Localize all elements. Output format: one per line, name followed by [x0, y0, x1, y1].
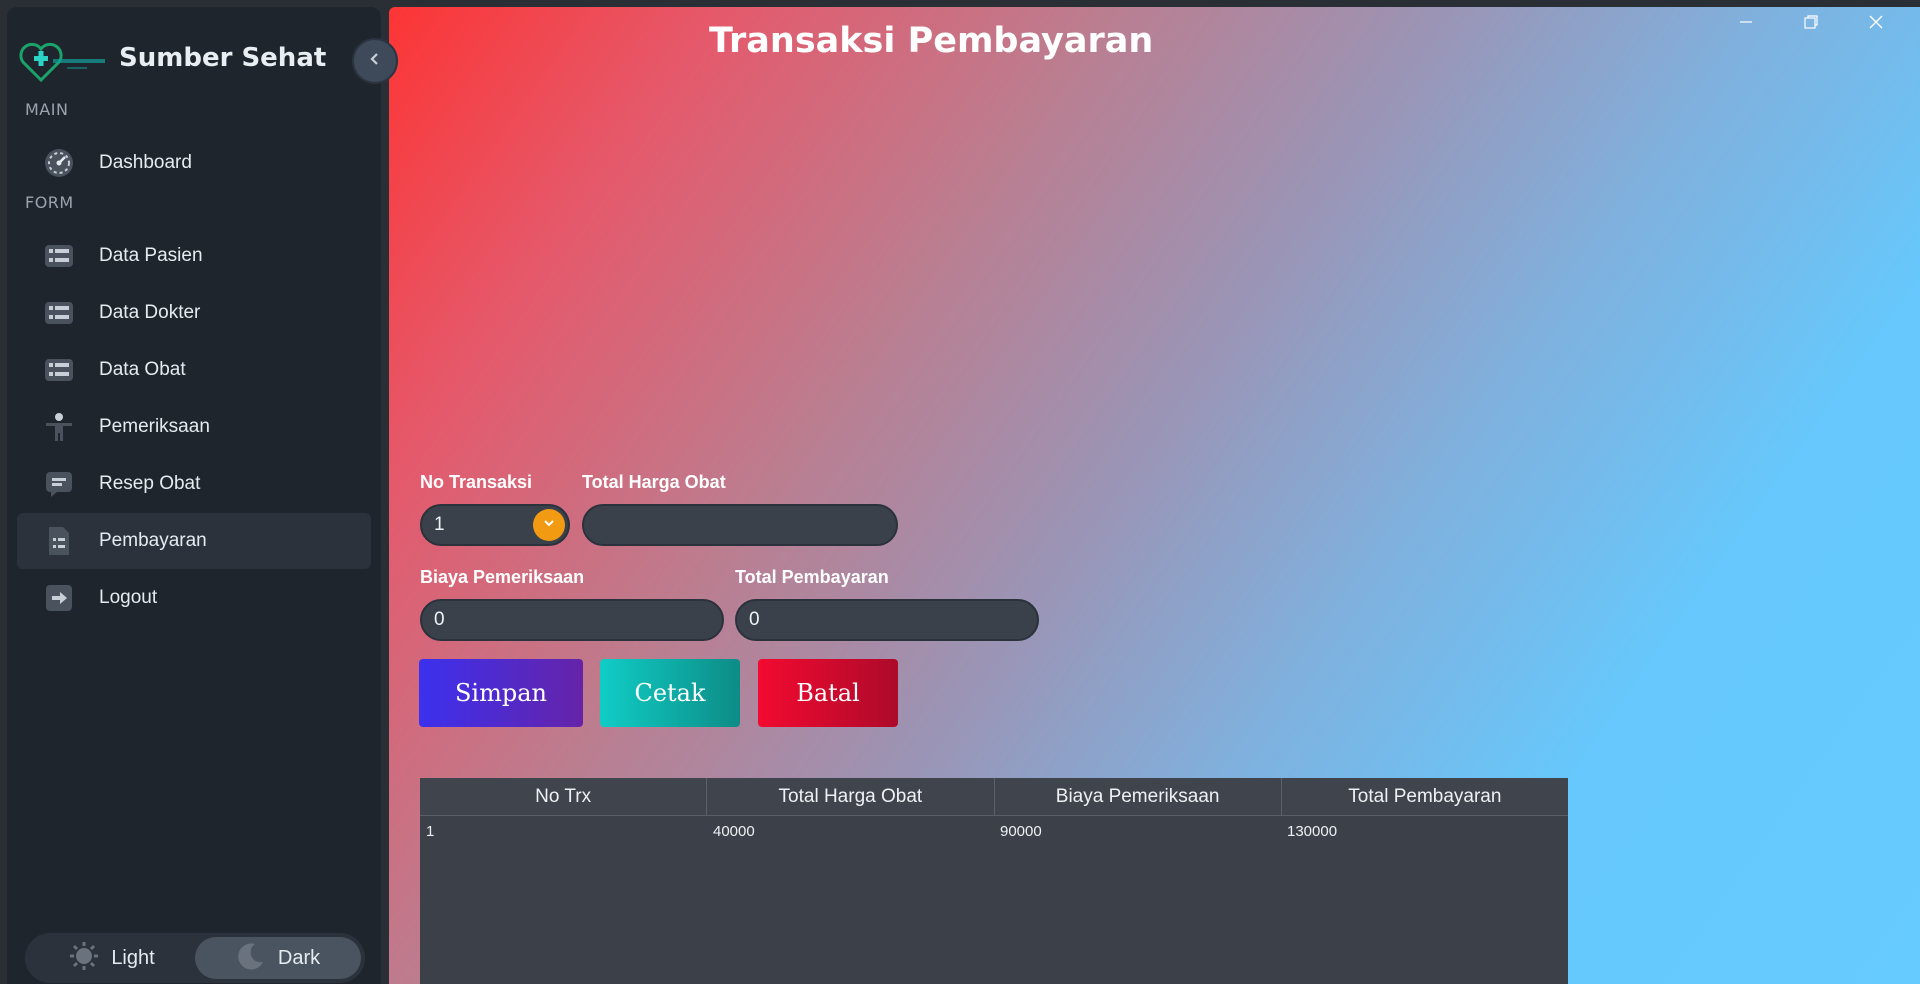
- column-header-total-pembayaran[interactable]: Total Pembayaran: [1282, 778, 1568, 815]
- sidebar: Sumber Sehat MAIN Dashboard FORM Data Pa…: [7, 7, 381, 984]
- sidebar-item-label: Pemeriksaan: [99, 416, 210, 437]
- sidebar-item-pemeriksaan[interactable]: Pemeriksaan: [17, 399, 371, 455]
- table-row[interactable]: 1 40000 90000 130000: [420, 816, 1568, 846]
- sidebar-item-label: Data Obat: [99, 359, 186, 380]
- table-header: No Trx Total Harga Obat Biaya Pemeriksaa…: [420, 778, 1568, 816]
- close-button[interactable]: [1856, 11, 1896, 37]
- table-cell: 1: [426, 822, 435, 840]
- sidebar-item-dashboard[interactable]: Dashboard: [17, 135, 371, 191]
- document-list-icon: [43, 525, 75, 557]
- brand-title: Sumber Sehat: [119, 43, 327, 73]
- restore-icon: [1803, 14, 1819, 34]
- main-panel: Transaksi Pembayaran No Transaksi 1 Tota…: [389, 7, 1920, 984]
- total-harga-obat-label: Total Harga Obat: [582, 472, 726, 492]
- person-icon: [43, 411, 75, 443]
- sun-icon: [69, 941, 99, 975]
- page-title: Transaksi Pembayaran: [709, 21, 1154, 61]
- table-cell: 40000: [713, 822, 755, 840]
- theme-dark-label: Dark: [277, 946, 321, 969]
- theme-light-label: Light: [111, 946, 155, 969]
- logo: [17, 40, 109, 84]
- brand: [17, 37, 109, 87]
- theme-dark-option[interactable]: Dark: [195, 937, 361, 979]
- minimize-icon: [1738, 14, 1754, 34]
- message-icon: [43, 468, 75, 500]
- sidebar-item-data-pasien[interactable]: Data Pasien: [17, 228, 371, 284]
- total-pembayaran-field[interactable]: 0: [735, 599, 1039, 641]
- collapse-sidebar-button[interactable]: [352, 38, 398, 84]
- sidebar-item-label: Data Pasien: [99, 245, 203, 266]
- list-icon: [43, 297, 75, 329]
- no-transaksi-value: 1: [434, 514, 445, 535]
- column-header-no-trx[interactable]: No Trx: [420, 778, 708, 815]
- combo-dropdown-button[interactable]: [533, 509, 565, 541]
- sidebar-item-pembayaran[interactable]: Pembayaran: [17, 513, 371, 569]
- table-cell: 90000: [1000, 822, 1042, 840]
- biaya-pemeriksaan-label: Biaya Pemeriksaan: [420, 567, 585, 587]
- list-icon: [43, 354, 75, 386]
- total-pembayaran-label: Total Pembayaran: [735, 567, 889, 587]
- sidebar-item-data-dokter[interactable]: Data Dokter: [17, 285, 371, 341]
- simpan-button[interactable]: Simpan: [419, 659, 583, 727]
- chevron-left-icon: [367, 51, 383, 71]
- sidebar-item-resep-obat[interactable]: Resep Obat: [17, 456, 371, 512]
- column-header-biaya-pemeriksaan[interactable]: Biaya Pemeriksaan: [995, 778, 1282, 815]
- sidebar-item-data-obat[interactable]: Data Obat: [17, 342, 371, 398]
- sidebar-item-label: Logout: [99, 587, 158, 608]
- section-label-form: FORM: [25, 193, 74, 212]
- biaya-pemeriksaan-field[interactable]: 0: [420, 599, 724, 641]
- section-label-main: MAIN: [25, 100, 69, 119]
- maximize-button[interactable]: [1791, 11, 1831, 37]
- column-header-total-harga-obat[interactable]: Total Harga Obat: [707, 778, 995, 815]
- sidebar-item-label: Dashboard: [99, 152, 192, 173]
- no-transaksi-combobox[interactable]: 1: [420, 504, 570, 546]
- no-transaksi-label: No Transaksi: [420, 472, 533, 492]
- moon-icon: [236, 941, 266, 975]
- theme-light-option[interactable]: Light: [29, 937, 195, 979]
- sidebar-item-label: Pembayaran: [99, 530, 207, 551]
- chevron-down-icon: [542, 514, 556, 536]
- transaction-table[interactable]: No Trx Total Harga Obat Biaya Pemeriksaa…: [420, 778, 1568, 984]
- theme-toggle: Light Dark: [25, 933, 365, 983]
- table-cell: 130000: [1287, 822, 1338, 840]
- minimize-button[interactable]: [1726, 11, 1766, 37]
- sidebar-item-logout[interactable]: Logout: [17, 570, 371, 626]
- cetak-button[interactable]: Cetak: [600, 659, 740, 727]
- batal-button[interactable]: Batal: [758, 659, 898, 727]
- dashboard-gauge-icon: [43, 147, 75, 179]
- total-harga-obat-field[interactable]: [582, 504, 898, 546]
- sidebar-item-label: Resep Obat: [99, 473, 201, 494]
- sidebar-item-label: Data Dokter: [99, 302, 201, 323]
- logout-icon: [43, 582, 75, 614]
- list-icon: [43, 240, 75, 272]
- close-icon: [1868, 14, 1884, 34]
